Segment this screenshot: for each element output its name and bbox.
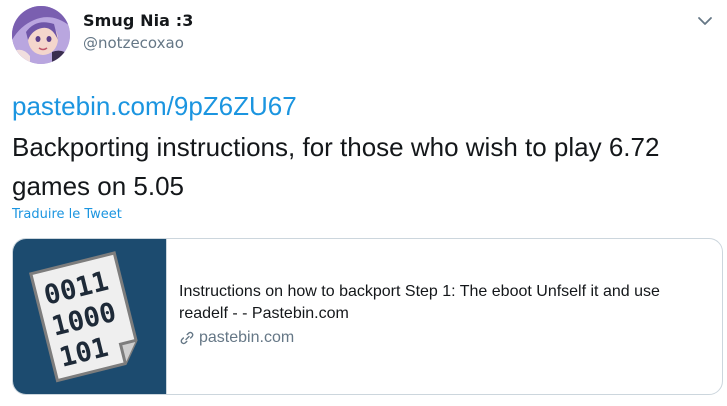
user-handle[interactable]: @notzecoxao <box>83 34 184 52</box>
link-preview-card[interactable]: 0011 1000 101 Instructions on how to bac… <box>12 238 723 395</box>
chevron-down-icon[interactable] <box>696 12 714 30</box>
tweet-link[interactable]: pastebin.com/9pZ6ZU67 <box>12 91 297 122</box>
link-icon <box>180 331 194 345</box>
display-name[interactable]: Smug Nia :3 <box>83 11 193 30</box>
card-body: Instructions on how to backport Step 1: … <box>179 281 699 347</box>
avatar-image <box>12 6 70 64</box>
card-title: Instructions on how to backport Step 1: … <box>179 283 660 322</box>
card-domain: pastebin.com <box>179 329 699 347</box>
translate-tweet-link[interactable]: Traduire le Tweet <box>12 207 122 222</box>
tweet-text: Backporting instructions, for those who … <box>12 132 660 201</box>
binary-document-icon: 0011 1000 101 <box>29 251 138 383</box>
card-domain-text: pastebin.com <box>199 329 295 346</box>
avatar[interactable] <box>12 6 70 64</box>
card-image: 0011 1000 101 <box>13 239 167 394</box>
